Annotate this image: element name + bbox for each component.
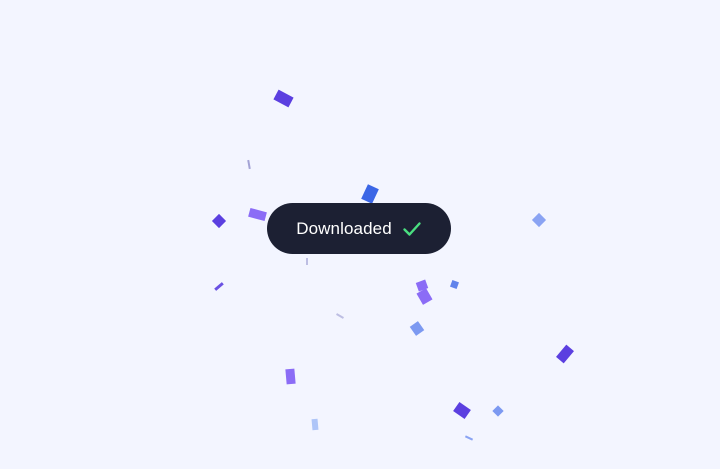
- check-icon: [402, 219, 422, 239]
- celebration-screen: Downloaded: [0, 0, 720, 469]
- confetti-piece: [336, 313, 344, 319]
- download-toast: Downloaded: [267, 203, 451, 254]
- confetti-piece: [306, 258, 308, 265]
- confetti-piece: [450, 280, 459, 289]
- confetti-piece: [415, 279, 429, 292]
- confetti-piece: [492, 405, 504, 417]
- check-mark: [403, 221, 421, 236]
- confetti-piece: [531, 212, 547, 228]
- confetti-piece: [211, 213, 227, 229]
- confetti-piece: [556, 344, 574, 364]
- confetti-piece: [409, 321, 425, 336]
- confetti-piece: [273, 89, 294, 108]
- confetti-piece: [361, 184, 379, 204]
- toast-label: Downloaded: [296, 219, 392, 238]
- confetti-piece: [464, 435, 474, 441]
- confetti-piece: [214, 282, 224, 291]
- confetti-piece: [311, 418, 319, 431]
- confetti-piece: [285, 368, 296, 385]
- confetti-piece: [416, 288, 433, 305]
- confetti-piece: [453, 401, 471, 420]
- confetti-piece: [248, 207, 267, 222]
- confetti-piece: [247, 159, 251, 170]
